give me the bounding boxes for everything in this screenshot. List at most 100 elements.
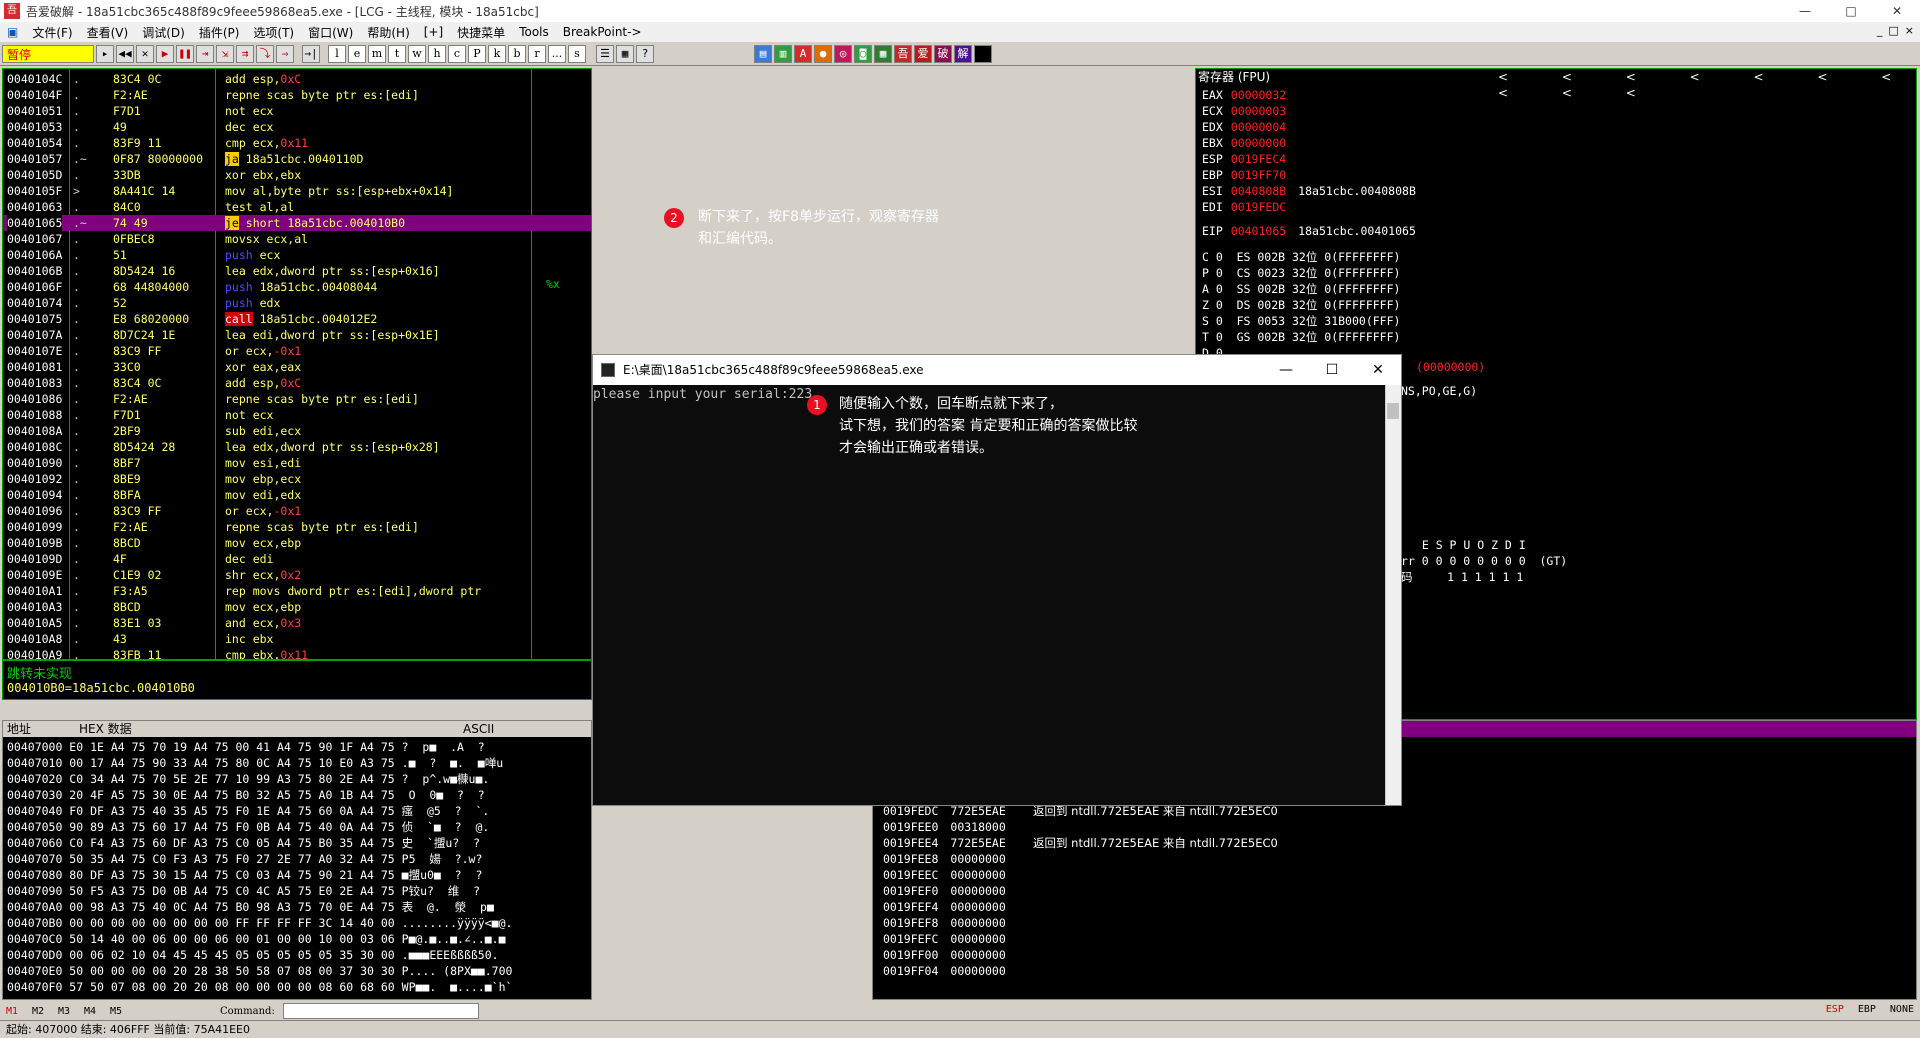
handles-button[interactable]: h bbox=[428, 44, 446, 63]
disasm-row[interactable]: 0040108C. 8D5424 28 lea edx,dword ptr ss:[… bbox=[3, 439, 591, 455]
disasm-row[interactable]: 00401096. 83C9 FF or ecx,-0x1 bbox=[3, 503, 591, 519]
stack-row[interactable]: 0019FEE8 00000000 bbox=[883, 851, 1006, 867]
disasm-row[interactable]: 0040106B. 8D5424 16 lea edx,dword ptr ss:[… bbox=[3, 263, 591, 279]
disasm-row[interactable]: 004010A5. 83E1 03 and ecx,0x3 bbox=[3, 615, 591, 631]
marker-m2[interactable]: M2 bbox=[32, 1006, 52, 1017]
execute-till-return-icon[interactable]: ⇒ bbox=[276, 44, 294, 63]
register-ebp[interactable]: EBP 0019FF70 bbox=[1202, 167, 1298, 183]
trace-into-icon[interactable]: ⇉ bbox=[236, 44, 254, 63]
disasm-row[interactable]: 00401051. F7D1 not ecx bbox=[3, 103, 591, 119]
disasm-row[interactable]: 0040105F >8A441C 14 mov al,byte ptr ss:[es… bbox=[3, 183, 591, 199]
disasm-row[interactable]: 00401053. 49 dec ecx bbox=[3, 119, 591, 135]
stack-row[interactable]: 0019FEE0 00318000 bbox=[883, 819, 1006, 835]
menu-view[interactable]: 查看(V) bbox=[80, 24, 136, 41]
marker-m4[interactable]: M4 bbox=[84, 1006, 104, 1017]
trace-over-icon[interactable]: ⤵ bbox=[256, 44, 274, 63]
menu-shortcut[interactable]: 快捷菜单 bbox=[450, 24, 512, 41]
help-icon[interactable]: ? bbox=[636, 44, 654, 63]
disasm-row[interactable]: 00401099. F2:AE repne scas byte ptr es:[ed… bbox=[3, 519, 591, 535]
disasm-row[interactable]: 004010A1. F3:A5 rep movs dword ptr es:[edi… bbox=[3, 583, 591, 599]
source-button[interactable]: s bbox=[568, 44, 586, 63]
plugin2-icon[interactable]: ▥ bbox=[774, 44, 792, 63]
disasm-row[interactable]: 00401063. 84C0 test al,al bbox=[3, 199, 591, 215]
menu-window[interactable]: 窗口(W) bbox=[301, 24, 360, 41]
stack-row[interactable]: 0019FF04 00000000 bbox=[883, 963, 1006, 979]
plugin11-icon[interactable]: 解 bbox=[954, 44, 972, 63]
menu-file[interactable]: 文件(F) bbox=[25, 24, 79, 41]
register-esp[interactable]: ESP 0019FEC4 bbox=[1202, 151, 1298, 167]
menu-plus[interactable]: [+] bbox=[417, 25, 450, 39]
disasm-row[interactable]: 00401075. E8 68020000 call 18a51cbc.004012… bbox=[3, 311, 591, 327]
dump-row[interactable]: 004070D0 00 06 02 10 04 45 45 45 05 05 0… bbox=[7, 947, 499, 963]
command-input[interactable] bbox=[282, 1003, 479, 1019]
dump-row[interactable]: 00407080 80 DF A3 75 30 15 A4 75 C0 03 A… bbox=[7, 867, 482, 883]
disasm-row[interactable]: 0040106F. 68 44804000 push 18a51cbc.004080… bbox=[3, 279, 591, 295]
stack-row[interactable]: 0019FEF8 00000000 bbox=[883, 915, 1006, 931]
ebp-toggle[interactable]: EBP bbox=[1858, 1004, 1876, 1015]
disasm-row[interactable]: 0040106A. 51 push ecx bbox=[3, 247, 591, 263]
console-minimize-button[interactable]: — bbox=[1263, 355, 1309, 385]
goto-icon[interactable]: →| bbox=[302, 44, 320, 63]
disasm-row[interactable]: 0040107A. 8D7C24 1E lea edi,dword ptr ss:[… bbox=[3, 327, 591, 343]
disasm-row[interactable]: 00401065 .~ 74 49 je short 18a51cbc.004010B… bbox=[3, 215, 591, 231]
disasm-row[interactable]: 0040108A. 2BF9 sub edi,ecx bbox=[3, 423, 591, 439]
pause-icon[interactable]: ❚❚ bbox=[176, 44, 194, 63]
dump-row[interactable]: 00407060 C0 F4 A3 75 60 DF A3 75 C0 05 A… bbox=[7, 835, 480, 851]
dump-address-header[interactable]: 地址 bbox=[7, 721, 31, 737]
stack-row[interactable]: 0019FEE4 772E5EAE 返回到 ntdll.772E5EAE 来自 nt… bbox=[883, 835, 1278, 851]
list-icon[interactable]: ☰ bbox=[596, 44, 614, 63]
stack-row[interactable]: 0019FEEC 00000000 bbox=[883, 867, 1006, 883]
run-trace-button[interactable]: ... bbox=[548, 44, 566, 63]
console-scroll-thumb[interactable] bbox=[1387, 403, 1399, 419]
marker-m1[interactable]: M1 bbox=[6, 1006, 26, 1017]
menu-options[interactable]: 选项(T) bbox=[246, 24, 301, 41]
console-window[interactable]: E:\桌面\18a51cbc365c488f89c9feee59868ea5.e… bbox=[592, 354, 1402, 806]
disasm-row[interactable]: 00401092. 8BE9 mov ebp,ecx bbox=[3, 471, 591, 487]
disasm-row[interactable]: 00401083. 83C4 0C add esp,0xC bbox=[3, 375, 591, 391]
plugin1-icon[interactable]: ▤ bbox=[754, 44, 772, 63]
register-edi[interactable]: EDI 0019FEDC bbox=[1202, 199, 1298, 215]
dump-row[interactable]: 004070B0 00 00 00 00 00 00 00 00 FF FF F… bbox=[7, 915, 512, 931]
plugin7-icon[interactable]: ▦ bbox=[874, 44, 892, 63]
register-ebx[interactable]: EBX 00000000 bbox=[1202, 135, 1298, 151]
stack-row[interactable]: 0019FF00 00000000 bbox=[883, 947, 1006, 963]
breakpoints-button[interactable]: b bbox=[508, 44, 526, 63]
close-program-icon[interactable]: ✕ bbox=[136, 44, 154, 63]
disassembly-pane[interactable]: 0040104C. 83C4 0C add esp,0xC 0040104F. F2:A… bbox=[2, 68, 592, 660]
menu-plugins[interactable]: 插件(P) bbox=[192, 24, 247, 41]
disasm-row[interactable]: 00401054. 83F9 11 cmp ecx,0x11 bbox=[3, 135, 591, 151]
register-ecx[interactable]: ECX 00000003 bbox=[1202, 103, 1298, 119]
dump-row[interactable]: 004070A0 00 98 A3 75 40 0C A4 75 B0 98 A… bbox=[7, 899, 494, 915]
disasm-row[interactable]: 004010A3. 8BCD mov ecx,ebp bbox=[3, 599, 591, 615]
esp-toggle[interactable]: ESP bbox=[1826, 1004, 1844, 1015]
step-over-icon[interactable]: ⇲ bbox=[216, 44, 234, 63]
disasm-row[interactable]: 00401086. F2:AE repne scas byte ptr es:[ed… bbox=[3, 391, 591, 407]
disasm-row[interactable]: 0040104C. 83C4 0C add esp,0xC bbox=[3, 71, 591, 87]
menu-tools[interactable]: Tools bbox=[512, 25, 556, 39]
dump-row[interactable]: 004070C0 50 14 40 00 06 00 00 06 00 01 0… bbox=[7, 931, 506, 947]
run-icon[interactable]: ▶ bbox=[156, 44, 174, 63]
disasm-row[interactable]: 004010A9. 83FB 11 cmp ebx,0x11 bbox=[3, 647, 591, 659]
plugin4-icon[interactable]: ● bbox=[814, 44, 832, 63]
memory-dump-pane[interactable]: 地址 HEX 数据 ASCII 00407000 E0 1E A4 75 70 … bbox=[2, 720, 592, 1000]
disasm-row[interactable]: 00401057 .~ 0F87 80000000 ja 18a51cbc.00401… bbox=[3, 151, 591, 167]
dump-row[interactable]: 00407030 20 4F A5 75 30 0E A4 75 B0 32 A… bbox=[7, 787, 485, 803]
console-scrollbar[interactable] bbox=[1385, 385, 1401, 805]
mdi-close-button[interactable]: × bbox=[1905, 24, 1914, 37]
patches-button[interactable]: P bbox=[468, 44, 486, 63]
disasm-row[interactable]: 00401094. 8BFA mov edi,edx bbox=[3, 487, 591, 503]
mdi-minimize-button[interactable]: _ bbox=[1877, 24, 1883, 37]
disasm-row[interactable]: 0040105D. 33DB xor ebx,ebx bbox=[3, 167, 591, 183]
menu-debug[interactable]: 调试(D) bbox=[135, 24, 192, 41]
disasm-row[interactable]: 004010A8. 43 inc ebx bbox=[3, 631, 591, 647]
disasm-row[interactable]: 00401074. 52 push edx bbox=[3, 295, 591, 311]
disasm-row[interactable]: 00401081. 33C0 xor eax,eax bbox=[3, 359, 591, 375]
disasm-row[interactable]: 0040109D. 4F dec edi bbox=[3, 551, 591, 567]
disasm-row[interactable]: 0040107E. 83C9 FF or ecx,-0x1 bbox=[3, 343, 591, 359]
disasm-row[interactable]: 0040109B. 8BCD mov ecx,ebp bbox=[3, 535, 591, 551]
plugin9-icon[interactable]: 爱 bbox=[914, 44, 932, 63]
threads-button[interactable]: t bbox=[388, 44, 406, 63]
dump-row[interactable]: 00407020 C0 34 A4 75 70 5E 2E 77 10 99 A… bbox=[7, 771, 489, 787]
dump-row[interactable]: 00407050 90 89 A3 75 60 17 A4 75 F0 0B A… bbox=[7, 819, 489, 835]
windows-button[interactable]: w bbox=[408, 44, 426, 63]
